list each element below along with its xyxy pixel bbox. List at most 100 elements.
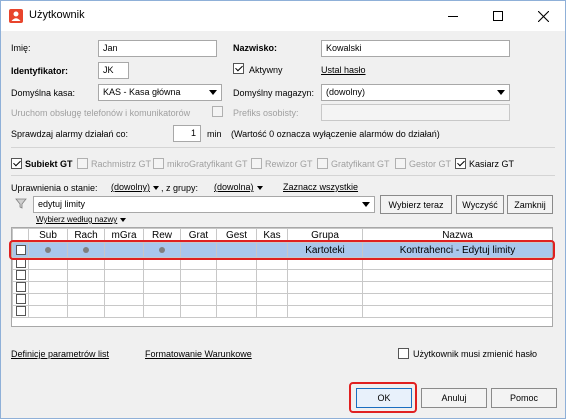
empty-cell[interactable]	[28, 305, 68, 318]
sort-by-name-dropdown[interactable]: Wybierz według nazwy	[36, 215, 126, 224]
table-row[interactable]	[12, 269, 552, 282]
table-row[interactable]	[12, 293, 552, 306]
empty-cell[interactable]	[104, 293, 144, 306]
module-cell[interactable]	[28, 242, 68, 258]
empty-cell[interactable]	[104, 257, 144, 270]
empty-cell[interactable]	[362, 281, 552, 294]
row-checkbox[interactable]	[15, 244, 26, 255]
ok-button[interactable]: OK	[356, 388, 412, 408]
empty-cell[interactable]	[287, 269, 363, 282]
row-select-cell[interactable]	[12, 269, 29, 282]
empty-cell[interactable]	[287, 281, 363, 294]
module-checkbox-subiekt[interactable]	[11, 158, 22, 169]
empty-cell[interactable]	[216, 257, 257, 270]
empty-cell[interactable]	[287, 305, 363, 318]
phone-support-checkbox[interactable]	[212, 106, 223, 117]
column-header-select[interactable]	[12, 228, 29, 243]
column-header-nazwa[interactable]: Nazwa	[362, 228, 552, 243]
module-cell[interactable]	[67, 242, 105, 258]
table-row[interactable]	[12, 281, 552, 294]
empty-cell[interactable]	[180, 269, 217, 282]
empty-cell[interactable]	[28, 281, 68, 294]
module-checkbox-gratyfikant[interactable]	[317, 158, 328, 169]
identifier-field[interactable]: JK	[98, 62, 129, 79]
cancel-button[interactable]: Anuluj	[421, 388, 487, 408]
empty-cell[interactable]	[256, 257, 288, 270]
empty-cell[interactable]	[28, 269, 68, 282]
empty-cell[interactable]	[216, 281, 257, 294]
empty-cell[interactable]	[216, 293, 257, 306]
empty-cell[interactable]	[143, 281, 181, 294]
module-checkbox-rachmistrz[interactable]	[77, 158, 88, 169]
empty-cell[interactable]	[216, 305, 257, 318]
default-warehouse-select[interactable]: (dowolny)	[321, 84, 510, 101]
row-checkbox[interactable]	[15, 282, 26, 293]
maximize-button[interactable]	[476, 1, 520, 31]
module-cell[interactable]	[180, 242, 217, 258]
empty-cell[interactable]	[67, 305, 105, 318]
empty-cell[interactable]	[256, 269, 288, 282]
empty-cell[interactable]	[362, 269, 552, 282]
row-select-cell[interactable]	[12, 257, 29, 270]
empty-cell[interactable]	[104, 281, 144, 294]
column-header-gest[interactable]: Gest	[216, 228, 257, 243]
permission-state-dropdown[interactable]: (dowolny)	[111, 182, 159, 192]
module-cell[interactable]	[143, 242, 181, 258]
empty-cell[interactable]	[287, 293, 363, 306]
first-name-field[interactable]: Jan	[98, 40, 217, 57]
title-bar[interactable]: Użytkownik	[1, 1, 565, 31]
empty-cell[interactable]	[180, 293, 217, 306]
module-cell[interactable]	[256, 242, 288, 258]
module-cell[interactable]	[104, 242, 144, 258]
row-select-cell[interactable]	[12, 305, 29, 318]
column-header-grupa[interactable]: Grupa	[287, 228, 363, 243]
row-select-cell[interactable]	[12, 281, 29, 294]
empty-cell[interactable]	[28, 293, 68, 306]
module-cell[interactable]	[216, 242, 257, 258]
empty-cell[interactable]	[143, 293, 181, 306]
close-filter-button[interactable]: Zamknij	[507, 195, 553, 214]
empty-cell[interactable]	[143, 269, 181, 282]
column-header-sub[interactable]: Sub	[28, 228, 68, 243]
row-select-cell[interactable]	[12, 293, 29, 306]
module-checkbox-gestor[interactable]	[395, 158, 406, 169]
row-checkbox[interactable]	[15, 294, 26, 305]
column-header-kas[interactable]: Kas	[256, 228, 288, 243]
empty-cell[interactable]	[143, 257, 181, 270]
empty-cell[interactable]	[104, 269, 144, 282]
empty-cell[interactable]	[104, 305, 144, 318]
conditional-formatting-link[interactable]: Formatowanie Warunkowe	[145, 349, 252, 359]
must-change-password-checkbox[interactable]	[398, 348, 409, 359]
empty-cell[interactable]	[180, 305, 217, 318]
minimize-button[interactable]	[431, 1, 475, 31]
empty-cell[interactable]	[28, 257, 68, 270]
empty-cell[interactable]	[287, 257, 363, 270]
list-parameters-link[interactable]: Definicje parametrów list	[11, 349, 109, 359]
column-header-mgra[interactable]: mGra	[104, 228, 144, 243]
table-row[interactable]	[12, 305, 552, 318]
row-checkbox[interactable]	[15, 306, 26, 317]
row-select-cell[interactable]	[12, 242, 29, 258]
choose-now-button[interactable]: Wybierz teraz	[380, 195, 452, 214]
row-checkbox[interactable]	[15, 258, 26, 269]
empty-cell[interactable]	[216, 269, 257, 282]
alarms-interval-field[interactable]: 1	[173, 125, 201, 142]
empty-cell[interactable]	[362, 257, 552, 270]
permission-group-dropdown[interactable]: (dowolna)	[214, 182, 263, 192]
empty-cell[interactable]	[143, 305, 181, 318]
empty-cell[interactable]	[256, 305, 288, 318]
permission-filter-select[interactable]: edytuj limity	[33, 196, 375, 213]
empty-cell[interactable]	[362, 305, 552, 318]
help-button[interactable]: Pomoc	[491, 388, 557, 408]
clear-button[interactable]: Wyczyść	[456, 195, 504, 214]
select-all-link[interactable]: Zaznacz wszystkie	[283, 182, 358, 192]
table-row[interactable]	[12, 257, 552, 270]
empty-cell[interactable]	[180, 281, 217, 294]
default-cashbox-select[interactable]: KAS - Kasa główna	[98, 84, 222, 101]
module-checkbox-mikrogratyfikant[interactable]	[153, 158, 164, 169]
column-header-grat[interactable]: Grat	[180, 228, 217, 243]
close-button[interactable]	[521, 1, 565, 31]
column-header-rew[interactable]: Rew	[143, 228, 181, 243]
module-checkbox-kasiarz[interactable]	[455, 158, 466, 169]
empty-cell[interactable]	[180, 257, 217, 270]
